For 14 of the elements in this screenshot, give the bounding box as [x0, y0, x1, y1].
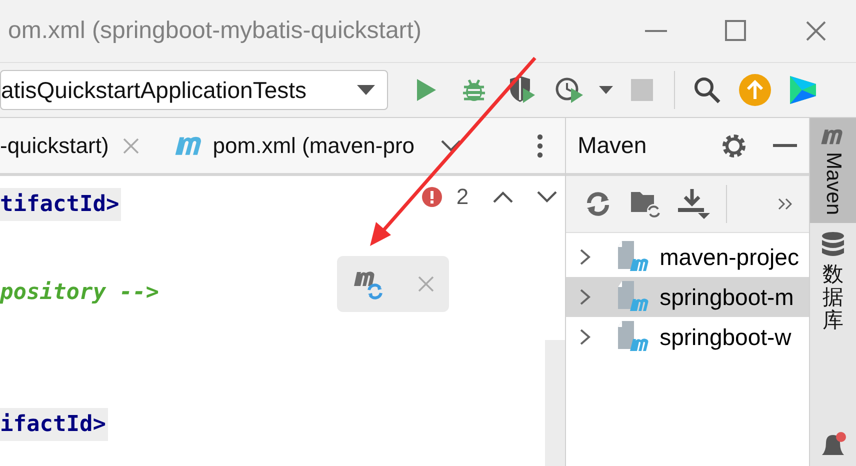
project-name: springboot-m: [660, 284, 794, 310]
editor-tab[interactable]: -quickstart): [0, 118, 149, 173]
maven-project-item[interactable]: springboot-m: [566, 277, 809, 317]
maven-panel-title: Maven: [578, 132, 648, 159]
project-name: springboot-w: [660, 324, 792, 350]
maven-tool-tab[interactable]: Maven: [810, 118, 856, 224]
maven-project-item[interactable]: maven-projec: [566, 237, 809, 277]
maven-project-item[interactable]: springboot-w: [566, 317, 809, 357]
database-tool-tab[interactable]: 数据库: [810, 223, 856, 340]
window-title: om.xml (springboot-mybatis-quickstart): [8, 17, 422, 45]
error-count: 2: [456, 184, 469, 210]
editor-tab[interactable]: pom.xml (maven-pro: [148, 118, 471, 173]
project-name: maven-projec: [660, 244, 799, 270]
run-configuration-dropdown[interactable]: atisQuickstartApplicationTests: [0, 70, 388, 110]
